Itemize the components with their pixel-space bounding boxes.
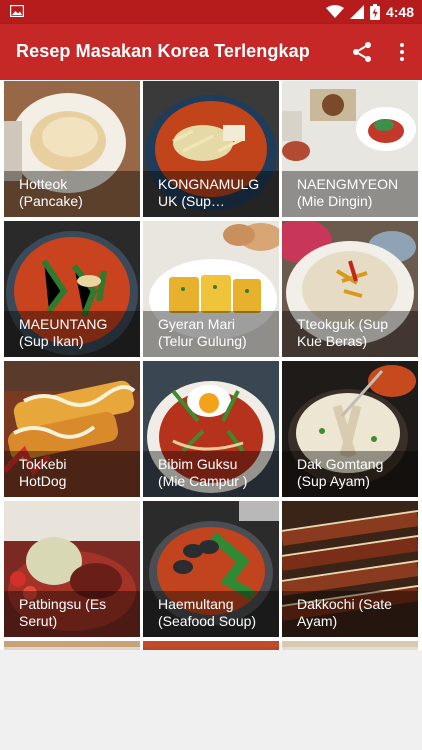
empty-area bbox=[0, 650, 422, 750]
recipe-label: MAEUNTANG (Sup Ikan) bbox=[4, 311, 140, 357]
recipe-label: Tteokguk (Sup Kue Beras) bbox=[282, 311, 418, 357]
recipe-card[interactable]: KONGNAMULG UK (Sup… bbox=[143, 81, 279, 217]
recipe-card[interactable]: MAEUNTANG (Sup Ikan) bbox=[4, 221, 140, 357]
status-time: 4:48 bbox=[385, 4, 414, 20]
recipe-label: Dak Gomtang (Sup Ayam) bbox=[282, 451, 418, 497]
status-icons: 4:48 bbox=[325, 3, 414, 21]
recipe-photo bbox=[143, 641, 279, 650]
recipe-grid: Hotteok (Pancake) KONGNAMULG UK (Sup… NA… bbox=[0, 80, 422, 650]
recipe-card[interactable]: Tteokguk (Sup Kue Beras) bbox=[282, 221, 418, 357]
recipe-label: Dakkochi (Sate Ayam) bbox=[282, 591, 418, 637]
status-bar: 4:48 bbox=[0, 0, 422, 24]
share-icon[interactable] bbox=[350, 40, 374, 64]
recipe-card[interactable]: Tokkebi HotDog bbox=[4, 361, 140, 497]
recipe-card[interactable] bbox=[143, 641, 279, 650]
app-title: Resep Masakan Korea Terlengkap bbox=[16, 41, 310, 61]
recipe-card[interactable]: Hotteok (Pancake) bbox=[4, 81, 140, 217]
recipe-label: Patbingsu (Es Serut) bbox=[4, 591, 140, 637]
recipe-label: KONGNAMULG UK (Sup… bbox=[143, 171, 279, 217]
recipe-card[interactable]: Dak Gomtang (Sup Ayam) bbox=[282, 361, 418, 497]
recipe-card[interactable]: Patbingsu (Es Serut) bbox=[4, 501, 140, 637]
recipe-label: Tokkebi HotDog bbox=[4, 451, 140, 497]
recipe-photo bbox=[282, 641, 418, 650]
recipe-card[interactable]: NAENGMYEON (Mie Dingin) bbox=[282, 81, 418, 217]
recipe-card[interactable] bbox=[4, 641, 140, 650]
recipe-card[interactable]: Haemultang (Seafood Soup) bbox=[143, 501, 279, 637]
recipe-card[interactable]: Dakkochi (Sate Ayam) bbox=[282, 501, 418, 637]
recipe-label: Bibim Guksu (Mie Campur ) bbox=[143, 451, 279, 497]
recipe-label: Haemultang (Seafood Soup) bbox=[143, 591, 279, 637]
more-vert-icon[interactable] bbox=[390, 40, 414, 64]
recipe-card[interactable] bbox=[282, 641, 418, 650]
wifi-icon bbox=[325, 5, 344, 18]
app-bar: Resep Masakan Korea Terlengkap bbox=[0, 24, 422, 80]
image-icon bbox=[10, 5, 24, 17]
recipe-card[interactable]: Gyeran Mari (Telur Gulung) bbox=[143, 221, 279, 357]
signal-icon bbox=[349, 5, 364, 19]
recipe-label: Hotteok (Pancake) bbox=[4, 171, 140, 217]
recipe-label: Gyeran Mari (Telur Gulung) bbox=[143, 311, 279, 357]
recipe-photo bbox=[4, 641, 140, 650]
battery-icon bbox=[369, 4, 380, 20]
recipe-label: NAENGMYEON (Mie Dingin) bbox=[282, 171, 418, 217]
recipe-card[interactable]: Bibim Guksu (Mie Campur ) bbox=[143, 361, 279, 497]
